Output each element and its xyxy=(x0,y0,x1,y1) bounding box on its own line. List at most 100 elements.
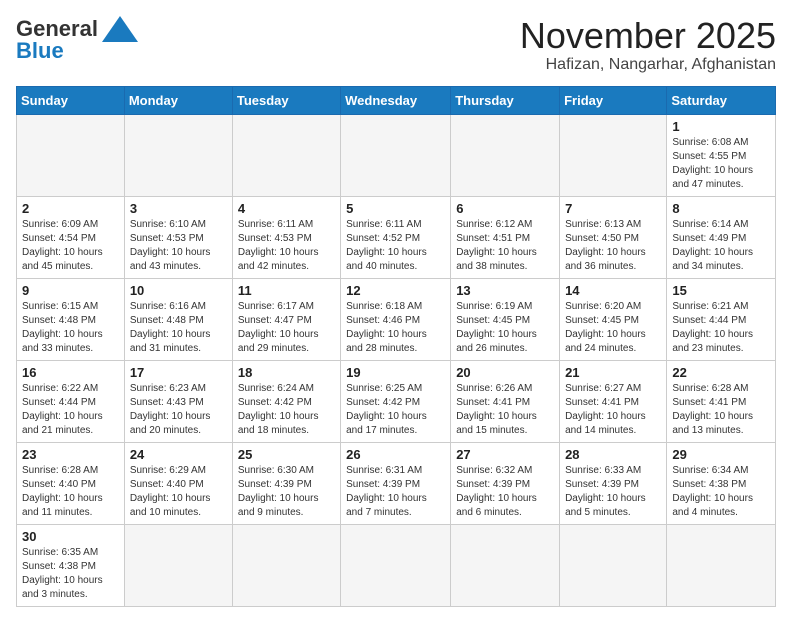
day-info: Sunrise: 6:24 AM Sunset: 4:42 PM Dayligh… xyxy=(238,382,335,438)
day-number: 19 xyxy=(346,365,445,380)
calendar-cell: 25 Sunrise: 6:30 AM Sunset: 4:39 PM Dayli… xyxy=(232,442,340,524)
calendar-cell: 13 Sunrise: 6:19 AM Sunset: 4:45 PM Dayli… xyxy=(451,278,560,360)
day-number: 25 xyxy=(238,447,335,462)
calendar-cell: 11 Sunrise: 6:17 AM Sunset: 4:47 PM Dayli… xyxy=(232,278,340,360)
calendar-cell: 19 Sunrise: 6:25 AM Sunset: 4:42 PM Dayli… xyxy=(341,360,451,442)
day-number: 10 xyxy=(130,283,227,298)
calendar-cell: 12 Sunrise: 6:18 AM Sunset: 4:46 PM Dayli… xyxy=(341,278,451,360)
weekday-header-wednesday: Wednesday xyxy=(341,86,451,114)
calendar-cell xyxy=(560,524,667,606)
calendar-cell: 26Sunrise: 6:31 AM Sunset: 4:39 PM Dayli… xyxy=(341,442,451,524)
day-info: Sunrise: 6:30 AM Sunset: 4:39 PM Dayligh… xyxy=(238,464,335,520)
calendar-cell: 5Sunrise: 6:11 AM Sunset: 4:52 PM Daylig… xyxy=(341,196,451,278)
day-info: Sunrise: 6:28 AM Sunset: 4:40 PM Dayligh… xyxy=(22,464,119,520)
day-info: Sunrise: 6:22 AM Sunset: 4:44 PM Dayligh… xyxy=(22,382,119,438)
weekday-header-tuesday: Tuesday xyxy=(232,86,340,114)
day-info: Sunrise: 6:08 AM Sunset: 4:55 PM Dayligh… xyxy=(672,136,770,192)
day-info: Sunrise: 6:33 AM Sunset: 4:39 PM Dayligh… xyxy=(565,464,661,520)
calendar-cell: 17 Sunrise: 6:23 AM Sunset: 4:43 PM Dayli… xyxy=(124,360,232,442)
weekday-header-friday: Friday xyxy=(560,86,667,114)
day-number: 24 xyxy=(130,447,227,462)
calendar-cell: 28Sunrise: 6:33 AM Sunset: 4:39 PM Dayli… xyxy=(560,442,667,524)
month-title: November 2025 xyxy=(520,16,776,56)
location-subtitle: Hafizan, Nangarhar, Afghanistan xyxy=(520,56,776,74)
day-info: Sunrise: 6:23 AM Sunset: 4:43 PM Dayligh… xyxy=(130,382,227,438)
calendar-cell: 22 Sunrise: 6:28 AM Sunset: 4:41 PM Dayli… xyxy=(667,360,776,442)
calendar-row-3: 16Sunrise: 6:22 AM Sunset: 4:44 PM Dayli… xyxy=(17,360,776,442)
calendar-cell: 30Sunrise: 6:35 AM Sunset: 4:38 PM Dayli… xyxy=(17,524,125,606)
day-number: 13 xyxy=(456,283,554,298)
calendar-cell: 2Sunrise: 6:09 AM Sunset: 4:54 PM Daylig… xyxy=(17,196,125,278)
day-info: Sunrise: 6:10 AM Sunset: 4:53 PM Dayligh… xyxy=(130,218,227,274)
day-info: Sunrise: 6:26 AM Sunset: 4:41 PM Dayligh… xyxy=(456,382,554,438)
calendar-cell xyxy=(124,114,232,196)
day-info: Sunrise: 6:34 AM Sunset: 4:38 PM Dayligh… xyxy=(672,464,770,520)
calendar-cell: 24 Sunrise: 6:29 AM Sunset: 4:40 PM Dayli… xyxy=(124,442,232,524)
day-info: Sunrise: 6:09 AM Sunset: 4:54 PM Dayligh… xyxy=(22,218,119,274)
calendar-cell: 1Sunrise: 6:08 AM Sunset: 4:55 PM Daylig… xyxy=(667,114,776,196)
day-number: 26 xyxy=(346,447,445,462)
day-number: 12 xyxy=(346,283,445,298)
day-number: 21 xyxy=(565,365,661,380)
day-info: Sunrise: 6:15 AM Sunset: 4:48 PM Dayligh… xyxy=(22,300,119,356)
calendar-cell xyxy=(451,524,560,606)
day-info: Sunrise: 6:16 AM Sunset: 4:48 PM Dayligh… xyxy=(130,300,227,356)
day-info: Sunrise: 6:25 AM Sunset: 4:42 PM Dayligh… xyxy=(346,382,445,438)
calendar-cell xyxy=(232,114,340,196)
calendar-cell xyxy=(341,524,451,606)
day-info: Sunrise: 6:27 AM Sunset: 4:41 PM Dayligh… xyxy=(565,382,661,438)
logo: General Blue xyxy=(16,16,138,64)
calendar-cell: 6 Sunrise: 6:12 AM Sunset: 4:51 PM Daylig… xyxy=(451,196,560,278)
day-info: Sunrise: 6:17 AM Sunset: 4:47 PM Dayligh… xyxy=(238,300,335,356)
calendar-cell: 15 Sunrise: 6:21 AM Sunset: 4:44 PM Dayli… xyxy=(667,278,776,360)
day-info: Sunrise: 6:32 AM Sunset: 4:39 PM Dayligh… xyxy=(456,464,554,520)
calendar-cell: 29 Sunrise: 6:34 AM Sunset: 4:38 PM Dayli… xyxy=(667,442,776,524)
day-number: 27 xyxy=(456,447,554,462)
day-info: Sunrise: 6:14 AM Sunset: 4:49 PM Dayligh… xyxy=(672,218,770,274)
day-info: Sunrise: 6:29 AM Sunset: 4:40 PM Dayligh… xyxy=(130,464,227,520)
day-number: 7 xyxy=(565,201,661,216)
logo-blue-text: Blue xyxy=(16,38,64,64)
day-number: 22 xyxy=(672,365,770,380)
calendar-row-4: 23 Sunrise: 6:28 AM Sunset: 4:40 PM Dayli… xyxy=(17,442,776,524)
calendar-cell xyxy=(17,114,125,196)
day-number: 29 xyxy=(672,447,770,462)
calendar-cell: 21 Sunrise: 6:27 AM Sunset: 4:41 PM Dayli… xyxy=(560,360,667,442)
day-number: 11 xyxy=(238,283,335,298)
day-info: Sunrise: 6:20 AM Sunset: 4:45 PM Dayligh… xyxy=(565,300,661,356)
calendar-table: SundayMondayTuesdayWednesdayThursdayFrid… xyxy=(16,86,776,607)
calendar-cell: 20Sunrise: 6:26 AM Sunset: 4:41 PM Dayli… xyxy=(451,360,560,442)
calendar-cell xyxy=(560,114,667,196)
day-number: 5 xyxy=(346,201,445,216)
calendar-row-2: 9Sunrise: 6:15 AM Sunset: 4:48 PM Daylig… xyxy=(17,278,776,360)
day-number: 30 xyxy=(22,529,119,544)
day-number: 3 xyxy=(130,201,227,216)
calendar-cell: 14Sunrise: 6:20 AM Sunset: 4:45 PM Dayli… xyxy=(560,278,667,360)
day-info: Sunrise: 6:21 AM Sunset: 4:44 PM Dayligh… xyxy=(672,300,770,356)
day-info: Sunrise: 6:18 AM Sunset: 4:46 PM Dayligh… xyxy=(346,300,445,356)
weekday-header-saturday: Saturday xyxy=(667,86,776,114)
page-header: General Blue November 2025 Hafizan, Nang… xyxy=(16,16,776,74)
day-number: 17 xyxy=(130,365,227,380)
weekday-header-sunday: Sunday xyxy=(17,86,125,114)
calendar-cell xyxy=(232,524,340,606)
day-info: Sunrise: 6:19 AM Sunset: 4:45 PM Dayligh… xyxy=(456,300,554,356)
weekday-header-thursday: Thursday xyxy=(451,86,560,114)
calendar-cell: 9Sunrise: 6:15 AM Sunset: 4:48 PM Daylig… xyxy=(17,278,125,360)
day-number: 18 xyxy=(238,365,335,380)
day-info: Sunrise: 6:12 AM Sunset: 4:51 PM Dayligh… xyxy=(456,218,554,274)
calendar-row-1: 2Sunrise: 6:09 AM Sunset: 4:54 PM Daylig… xyxy=(17,196,776,278)
day-info: Sunrise: 6:28 AM Sunset: 4:41 PM Dayligh… xyxy=(672,382,770,438)
calendar-cell xyxy=(451,114,560,196)
calendar-row-5: 30Sunrise: 6:35 AM Sunset: 4:38 PM Dayli… xyxy=(17,524,776,606)
calendar-cell: 10 Sunrise: 6:16 AM Sunset: 4:48 PM Dayli… xyxy=(124,278,232,360)
calendar-cell: 16Sunrise: 6:22 AM Sunset: 4:44 PM Dayli… xyxy=(17,360,125,442)
day-number: 8 xyxy=(672,201,770,216)
calendar-cell xyxy=(341,114,451,196)
day-number: 4 xyxy=(238,201,335,216)
day-number: 23 xyxy=(22,447,119,462)
day-number: 15 xyxy=(672,283,770,298)
calendar-cell: 27 Sunrise: 6:32 AM Sunset: 4:39 PM Dayli… xyxy=(451,442,560,524)
logo-icon xyxy=(102,16,138,42)
day-number: 6 xyxy=(456,201,554,216)
